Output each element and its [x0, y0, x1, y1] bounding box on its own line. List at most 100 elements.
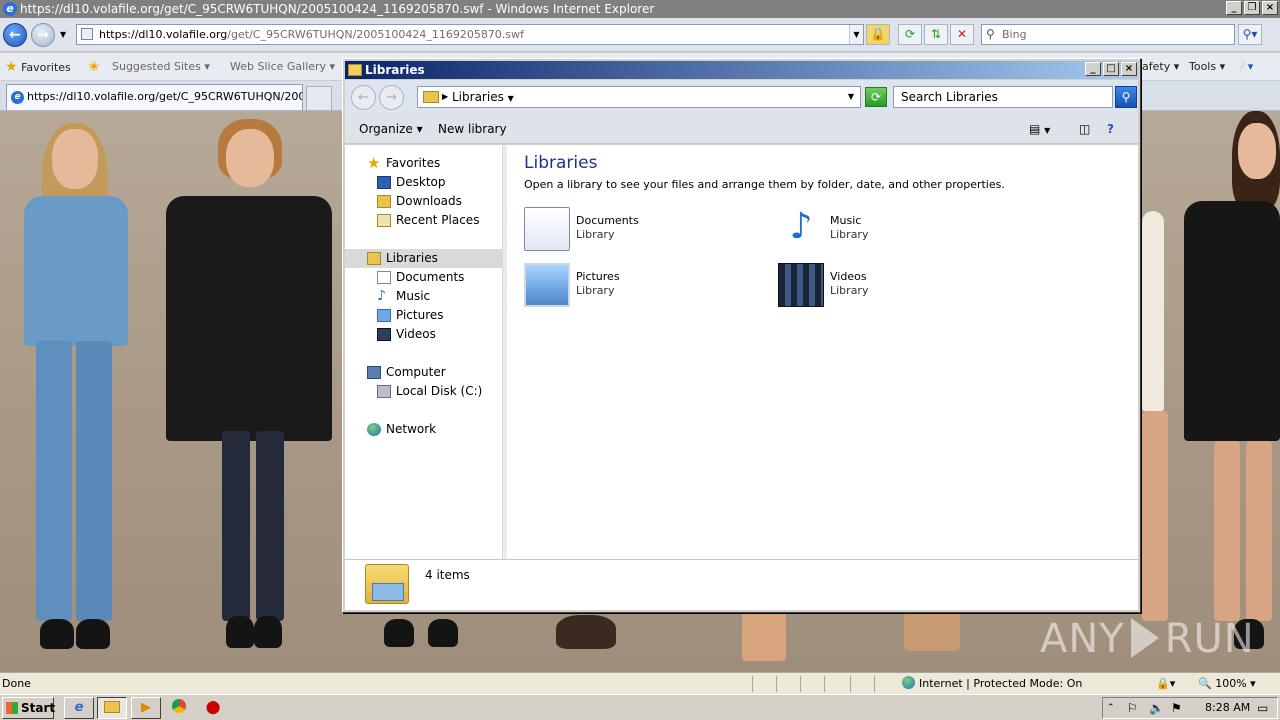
new-library-label: New library	[438, 122, 507, 136]
sidebar-label: Local Disk (C:)	[396, 384, 483, 398]
search-go-button[interactable]: ⚲▾	[1238, 24, 1262, 45]
sidebar-item-computer[interactable]: Computer	[345, 363, 503, 382]
sidebar-label: Downloads	[396, 194, 462, 208]
organize-button[interactable]: Organize ▾	[359, 114, 423, 144]
figure-shoe	[428, 619, 458, 647]
item-count: 4 items	[425, 568, 470, 582]
flag-icon[interactable]: ⚑	[1171, 698, 1182, 718]
ie-taskbar-icon[interactable]: e	[64, 697, 94, 719]
libraries-large-icon	[365, 564, 409, 604]
explorer-search-button[interactable]: ⚲	[1115, 86, 1137, 108]
sidebar-item-downloads[interactable]: Downloads	[345, 192, 503, 211]
figure-leg	[742, 611, 786, 661]
sidebar-item-music[interactable]: ♪ Music	[345, 287, 503, 306]
libraries-icon	[423, 91, 439, 103]
address-bar[interactable]: https://dl10.volafile.org/get/C_95CRW6TU…	[76, 24, 864, 45]
web-slice-gallery-link[interactable]: Web Slice Gallery ▾	[230, 53, 335, 81]
ie-window-title: https://dl10.volafile.org/get/C_95CRW6TU…	[20, 2, 655, 16]
help-icon[interactable]: ?	[1107, 114, 1114, 144]
figure-head	[52, 129, 98, 189]
stop-icon[interactable]: ✕	[950, 24, 974, 45]
address-path: /get/C_95CRW6TUHQN/2005100424_1169205870…	[227, 28, 524, 41]
lock-icon[interactable]: 🔒	[866, 24, 890, 45]
explorer-back-button[interactable]: ←	[351, 85, 376, 110]
library-tile-documents[interactable]: Documents Library	[524, 207, 764, 253]
libraries-heading: Libraries	[524, 153, 598, 173]
safety-menu[interactable]: afety ▾	[1142, 53, 1179, 81]
opera-taskbar-icon[interactable]: ⬤	[198, 697, 228, 719]
chrome-taskbar-icon[interactable]	[164, 697, 194, 719]
search-icon: ⚲	[986, 27, 995, 41]
explorer-breadcrumb[interactable]: ▶ Libraries ▼ ▼	[417, 86, 861, 108]
figure-torso	[1184, 201, 1280, 441]
protected-mode-icon[interactable]: 🔒▾	[1156, 673, 1175, 695]
tools-menu[interactable]: Tools ▾	[1189, 53, 1225, 81]
web-slice-label: Web Slice Gallery ▾	[230, 60, 336, 73]
library-type: Library	[576, 284, 615, 297]
help-icon[interactable]: ❔▾	[1234, 53, 1253, 81]
sidebar-item-pictures[interactable]: Pictures	[345, 306, 503, 325]
browser-tab[interactable]: e https://dl10.volafile.org/get/C_95CRW6…	[6, 84, 303, 110]
explorer-taskbar-icon[interactable]	[97, 697, 127, 719]
zoom-control[interactable]: 🔍 100% ▾	[1198, 673, 1256, 695]
sidebar-item-favorites[interactable]: ★ Favorites	[345, 154, 503, 173]
refresh-icon[interactable]: ⇅	[924, 24, 948, 45]
sidebar-label: Libraries	[386, 251, 438, 265]
computer-icon	[367, 366, 381, 379]
forward-button[interactable]: →	[31, 23, 55, 47]
figure-leg	[1142, 411, 1168, 621]
explorer-minimize-button[interactable]: _	[1085, 62, 1101, 76]
back-button[interactable]: ←	[3, 23, 27, 47]
show-hidden-icons[interactable]: ⌃	[1107, 698, 1115, 718]
media-player-taskbar-icon[interactable]: ▶	[131, 697, 161, 719]
compatibility-view-icon[interactable]: ⟳	[898, 24, 922, 45]
library-tile-pictures[interactable]: Pictures Library	[524, 263, 764, 309]
volume-icon[interactable]: 🔈	[1149, 698, 1164, 718]
recent-pages-dropdown[interactable]: ▼	[60, 30, 66, 39]
change-view-icon[interactable]: ▤ ▼	[1029, 114, 1050, 146]
ie-status-bar: Done Internet | Protected Mode: On 🔒▾ 🔍 …	[0, 672, 1280, 694]
breadcrumb-chevron-icon[interactable]: ▼	[508, 94, 514, 103]
sidebar-item-videos[interactable]: Videos	[345, 325, 503, 344]
add-favorites-icon[interactable]: ✬	[88, 53, 100, 82]
explorer-close-button[interactable]: ×	[1121, 62, 1137, 76]
explorer-title-bar[interactable]: Libraries _ □ ×	[345, 61, 1138, 79]
library-tile-music[interactable]: ♪ Music Library	[778, 207, 1018, 253]
sidebar-item-network[interactable]: Network	[345, 420, 503, 439]
library-tile-videos[interactable]: Videos Library	[778, 263, 1018, 309]
explorer-maximize-button[interactable]: □	[1103, 62, 1119, 76]
new-library-button[interactable]: New library	[438, 114, 507, 144]
breadcrumb-libraries[interactable]: Libraries	[452, 90, 504, 104]
new-tab-button[interactable]	[306, 86, 332, 110]
explorer-search-input[interactable]: Search Libraries	[893, 86, 1113, 108]
clock[interactable]: 8:28 AM	[1205, 698, 1250, 718]
start-button[interactable]: Start	[2, 697, 55, 719]
action-center-icon[interactable]: ⚐	[1127, 698, 1138, 718]
restore-button[interactable]: ❐	[1244, 1, 1260, 15]
library-name: Videos	[830, 270, 867, 283]
breadcrumb-dropdown[interactable]: ▼	[848, 87, 854, 107]
sidebar-item-desktop[interactable]: Desktop	[345, 173, 503, 192]
close-button[interactable]: ×	[1262, 1, 1278, 15]
explorer-refresh-button[interactable]: ⟳	[865, 87, 887, 107]
figure-shoe	[226, 616, 254, 648]
explorer-forward-button[interactable]: →	[379, 85, 404, 110]
minimize-button[interactable]: _	[1226, 1, 1242, 15]
preview-pane-icon[interactable]: ◫	[1079, 114, 1090, 144]
address-dropdown[interactable]: ▼	[849, 25, 863, 44]
address-host: https://dl10.volafile.org	[99, 28, 228, 41]
sidebar-item-recent-places[interactable]: Recent Places	[345, 211, 503, 230]
sidebar-item-libraries[interactable]: Libraries	[345, 249, 503, 268]
sidebar-item-documents[interactable]: Documents	[345, 268, 503, 287]
music-note-icon: ♪	[377, 288, 386, 304]
figure-head	[226, 129, 274, 187]
security-zone[interactable]: Internet | Protected Mode: On	[902, 673, 1082, 695]
sidebar-item-local-disk[interactable]: Local Disk (C:)	[345, 382, 503, 401]
breadcrumb-arrow-icon[interactable]: ▶	[442, 87, 448, 107]
explorer-body: ★ Favorites Desktop Downloads Recent Plac…	[345, 145, 1138, 559]
favorites-button[interactable]: ★ Favorites	[5, 53, 71, 82]
search-input[interactable]: ⚲ Bing	[981, 24, 1235, 45]
show-desktop-icon[interactable]: ▭	[1257, 698, 1268, 718]
library-type: Library	[830, 284, 869, 297]
suggested-sites-link[interactable]: Suggested Sites ▾	[112, 53, 210, 81]
